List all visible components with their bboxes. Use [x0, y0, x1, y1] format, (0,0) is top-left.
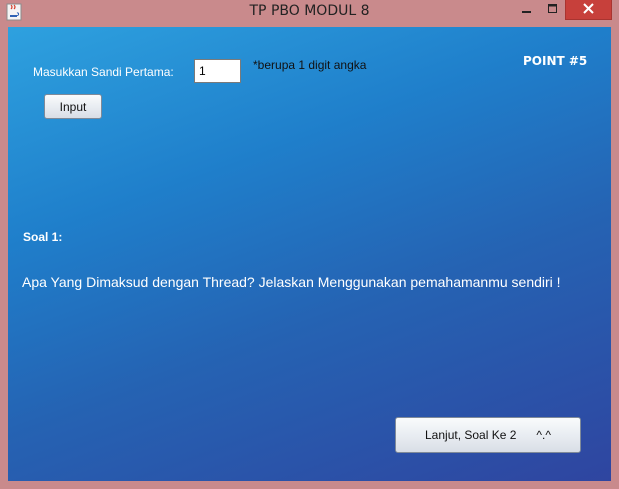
next-question-emoticon: ^.^	[536, 428, 552, 442]
application-window: TP PBO MODUL 8 Masukkan Sandi Pertama: *…	[0, 0, 619, 489]
question-heading: Soal 1:	[23, 230, 63, 244]
maximize-icon	[547, 1, 558, 19]
next-question-button[interactable]: Lanjut, Soal Ke 2 ^.^	[395, 417, 581, 453]
maximize-button[interactable]	[540, 0, 565, 20]
minimize-icon	[522, 1, 532, 19]
point-label: POINT #5	[523, 54, 588, 68]
title-bar[interactable]: TP PBO MODUL 8	[0, 0, 619, 26]
minimize-button[interactable]	[513, 0, 541, 20]
input-button[interactable]: Input	[44, 94, 102, 119]
close-button[interactable]	[565, 0, 612, 20]
question-text: Apa Yang Dimaksud dengan Thread? Jelaska…	[22, 274, 561, 290]
sandi-hint-label: *berupa 1 digit angka	[253, 58, 367, 72]
content-panel: Masukkan Sandi Pertama: *berupa 1 digit …	[8, 27, 611, 481]
sandi-prompt-label: Masukkan Sandi Pertama:	[33, 65, 174, 79]
next-question-label: Lanjut, Soal Ke 2	[425, 428, 517, 442]
close-icon	[583, 1, 594, 19]
sandi-input[interactable]	[194, 59, 241, 83]
